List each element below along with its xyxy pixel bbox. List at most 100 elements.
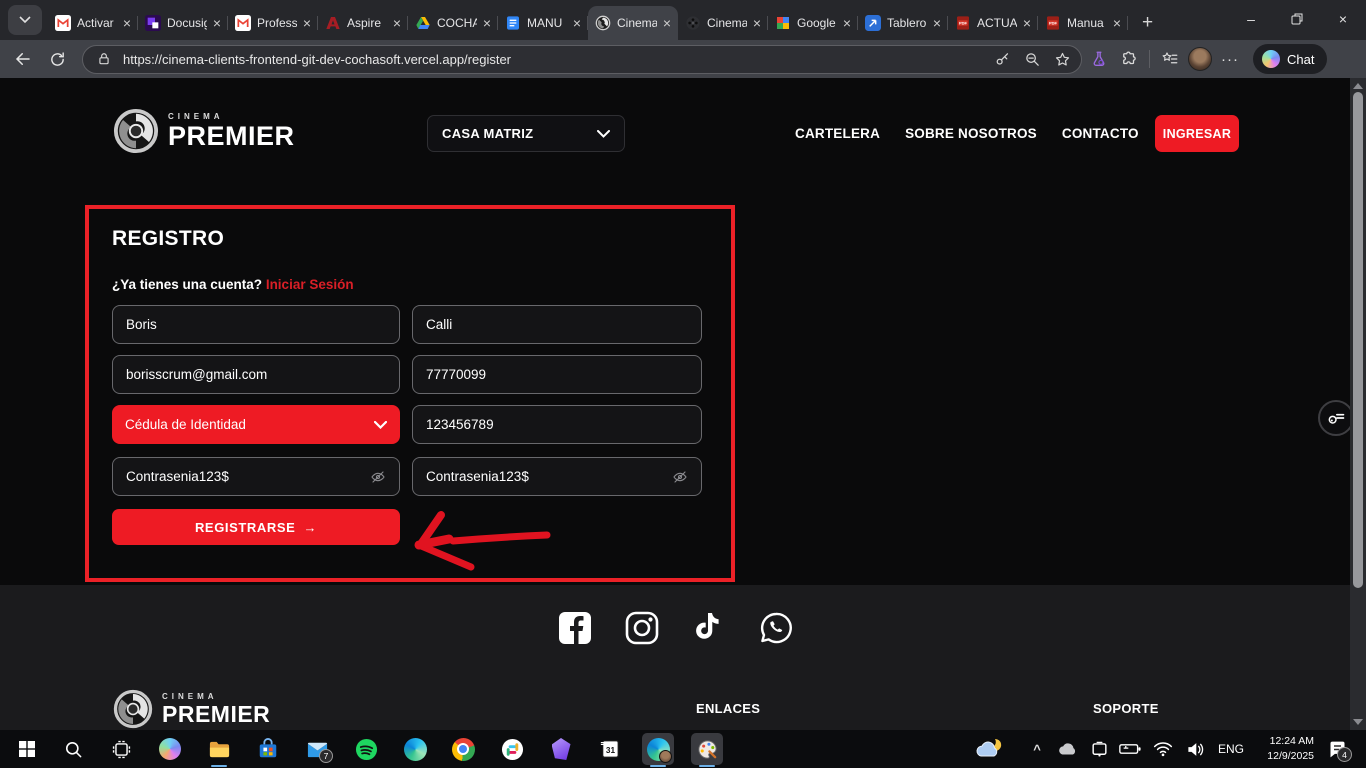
- tab-close-icon[interactable]: ×: [393, 16, 401, 30]
- paint-icon[interactable]: [694, 736, 720, 762]
- task-view-icon[interactable]: [108, 736, 134, 762]
- taskbar-clock[interactable]: 12:24 AM 12/9/2025: [1250, 734, 1314, 764]
- whatsapp-icon[interactable]: [758, 610, 794, 646]
- facebook-icon[interactable]: [557, 610, 593, 646]
- eye-slash-icon[interactable]: [370, 469, 386, 485]
- tab-close-icon[interactable]: ×: [663, 16, 671, 30]
- nav-contacto[interactable]: CONTACTO: [1062, 126, 1139, 141]
- nav-sobre-nosotros[interactable]: SOBRE NOSOTROS: [905, 126, 1037, 141]
- scrollbar-thumb[interactable]: [1353, 92, 1363, 588]
- branch-selector-dropdown[interactable]: CASA MATRIZ: [427, 115, 625, 152]
- browser-tab[interactable]: COCHA ×: [408, 6, 498, 40]
- browser-tab[interactable]: PDF Manua ×: [1038, 6, 1128, 40]
- floating-widget-button[interactable]: [1318, 400, 1350, 436]
- refresh-button[interactable]: [42, 44, 72, 74]
- document-number-input[interactable]: 123456789: [412, 405, 702, 444]
- extensions-puzzle-icon[interactable]: [1116, 46, 1142, 72]
- browser-tab[interactable]: Profess ×: [228, 6, 318, 40]
- ingresar-button[interactable]: INGRESAR: [1155, 115, 1239, 152]
- tiktok-icon[interactable]: [691, 610, 727, 646]
- restore-button[interactable]: [1274, 0, 1320, 38]
- browser-tab[interactable]: PDF ACTUA ×: [948, 6, 1038, 40]
- speaker-icon[interactable]: [1182, 736, 1208, 762]
- settings-more-icon[interactable]: ···: [1217, 46, 1243, 72]
- browser-tab[interactable]: MANU ×: [498, 6, 588, 40]
- notification-center-icon[interactable]: 4: [1324, 736, 1350, 762]
- tray-chevron-up-icon[interactable]: ^: [1024, 736, 1050, 762]
- phone-input[interactable]: 77770099: [412, 355, 702, 394]
- zoom-out-icon[interactable]: [1021, 48, 1043, 70]
- tab-close-icon[interactable]: ×: [1113, 16, 1121, 30]
- address-bar[interactable]: https://cinema-clients-frontend-git-dev-…: [82, 45, 1082, 74]
- spotify-icon[interactable]: [353, 736, 379, 762]
- new-tab-button[interactable]: +: [1142, 12, 1153, 34]
- favorite-star-icon[interactable]: [1051, 48, 1073, 70]
- slack-icon[interactable]: [499, 736, 525, 762]
- microsoft-store-icon[interactable]: [255, 736, 281, 762]
- site-logo[interactable]: CINEMA PREMIER: [113, 108, 295, 154]
- eye-slash-icon[interactable]: [672, 469, 688, 485]
- edge-icon[interactable]: [402, 736, 428, 762]
- cinema-premier-logo-icon: [113, 108, 159, 154]
- tab-label: Profess: [257, 16, 297, 30]
- file-explorer-icon[interactable]: [206, 736, 232, 762]
- onedrive-icon[interactable]: [1054, 736, 1080, 762]
- browser-tab[interactable]: Google ×: [768, 6, 858, 40]
- first-name-input[interactable]: Boris: [112, 305, 400, 344]
- cast-icon[interactable]: [1086, 736, 1112, 762]
- password-key-icon[interactable]: [991, 48, 1013, 70]
- tab-close-icon[interactable]: ×: [303, 16, 311, 30]
- logo-main-text: PREMIER: [168, 123, 295, 150]
- document-type-select[interactable]: Cédula de Identidad: [112, 405, 400, 444]
- start-button[interactable]: [14, 736, 40, 762]
- browser-tab[interactable]: Aspire ×: [318, 6, 408, 40]
- browser-tab[interactable]: Tablero ×: [858, 6, 948, 40]
- iniciar-sesion-link[interactable]: Iniciar Sesión: [266, 277, 354, 292]
- tab-close-icon[interactable]: ×: [573, 16, 581, 30]
- favorites-list-icon[interactable]: [1157, 46, 1183, 72]
- tab-label: Aspire: [347, 16, 387, 30]
- obsidian-icon[interactable]: [548, 736, 574, 762]
- scroll-up-arrow[interactable]: [1353, 83, 1363, 89]
- wifi-icon[interactable]: [1150, 736, 1176, 762]
- edge-profile-icon[interactable]: [645, 736, 671, 762]
- minimize-button[interactable]: –: [1228, 0, 1274, 38]
- vertical-scrollbar[interactable]: [1350, 78, 1366, 730]
- url-text[interactable]: https://cinema-clients-frontend-git-dev-…: [123, 52, 983, 67]
- tab-close-icon[interactable]: ×: [843, 16, 851, 30]
- copilot-icon[interactable]: [157, 736, 183, 762]
- last-name-input[interactable]: Calli: [412, 305, 702, 344]
- tab-close-icon[interactable]: ×: [753, 16, 761, 30]
- browser-tab[interactable]: Activar ×: [48, 6, 138, 40]
- tab-label: ACTUA: [977, 16, 1017, 30]
- profile-avatar[interactable]: [1187, 46, 1213, 72]
- calendar-icon[interactable]: 31: [597, 736, 623, 762]
- chrome-icon[interactable]: [450, 736, 476, 762]
- browser-tab[interactable]: Cinema ×: [678, 6, 768, 40]
- instagram-icon[interactable]: [624, 610, 660, 646]
- registrarse-button[interactable]: REGISTRARSE →: [112, 509, 400, 545]
- back-button[interactable]: [8, 44, 38, 74]
- tab-close-icon[interactable]: ×: [483, 16, 491, 30]
- mail-icon[interactable]: 7: [304, 736, 330, 762]
- scroll-down-arrow[interactable]: [1353, 719, 1363, 725]
- email-input[interactable]: borisscrum@gmail.com: [112, 355, 400, 394]
- browser-tab[interactable]: Docusig ×: [138, 6, 228, 40]
- nav-cartelera[interactable]: CARTELERA: [795, 126, 880, 141]
- close-button[interactable]: ×: [1320, 0, 1366, 38]
- browser-tab-active[interactable]: Cinema ×: [588, 6, 678, 40]
- lab-flask-icon[interactable]: [1086, 46, 1112, 72]
- tab-close-icon[interactable]: ×: [213, 16, 221, 30]
- language-indicator[interactable]: ENG: [1218, 742, 1244, 756]
- search-icon[interactable]: [60, 736, 86, 762]
- weather-icon[interactable]: [972, 736, 1004, 762]
- tab-close-icon[interactable]: ×: [1023, 16, 1031, 30]
- battery-icon[interactable]: [1117, 736, 1143, 762]
- tab-search-button[interactable]: [8, 5, 42, 35]
- confirm-password-input[interactable]: Contrasenia123$: [412, 457, 702, 496]
- password-input[interactable]: Contrasenia123$: [112, 457, 400, 496]
- lock-icon[interactable]: [93, 48, 115, 70]
- tab-close-icon[interactable]: ×: [123, 16, 131, 30]
- copilot-chat-button[interactable]: Chat: [1253, 44, 1327, 74]
- tab-close-icon[interactable]: ×: [933, 16, 941, 30]
